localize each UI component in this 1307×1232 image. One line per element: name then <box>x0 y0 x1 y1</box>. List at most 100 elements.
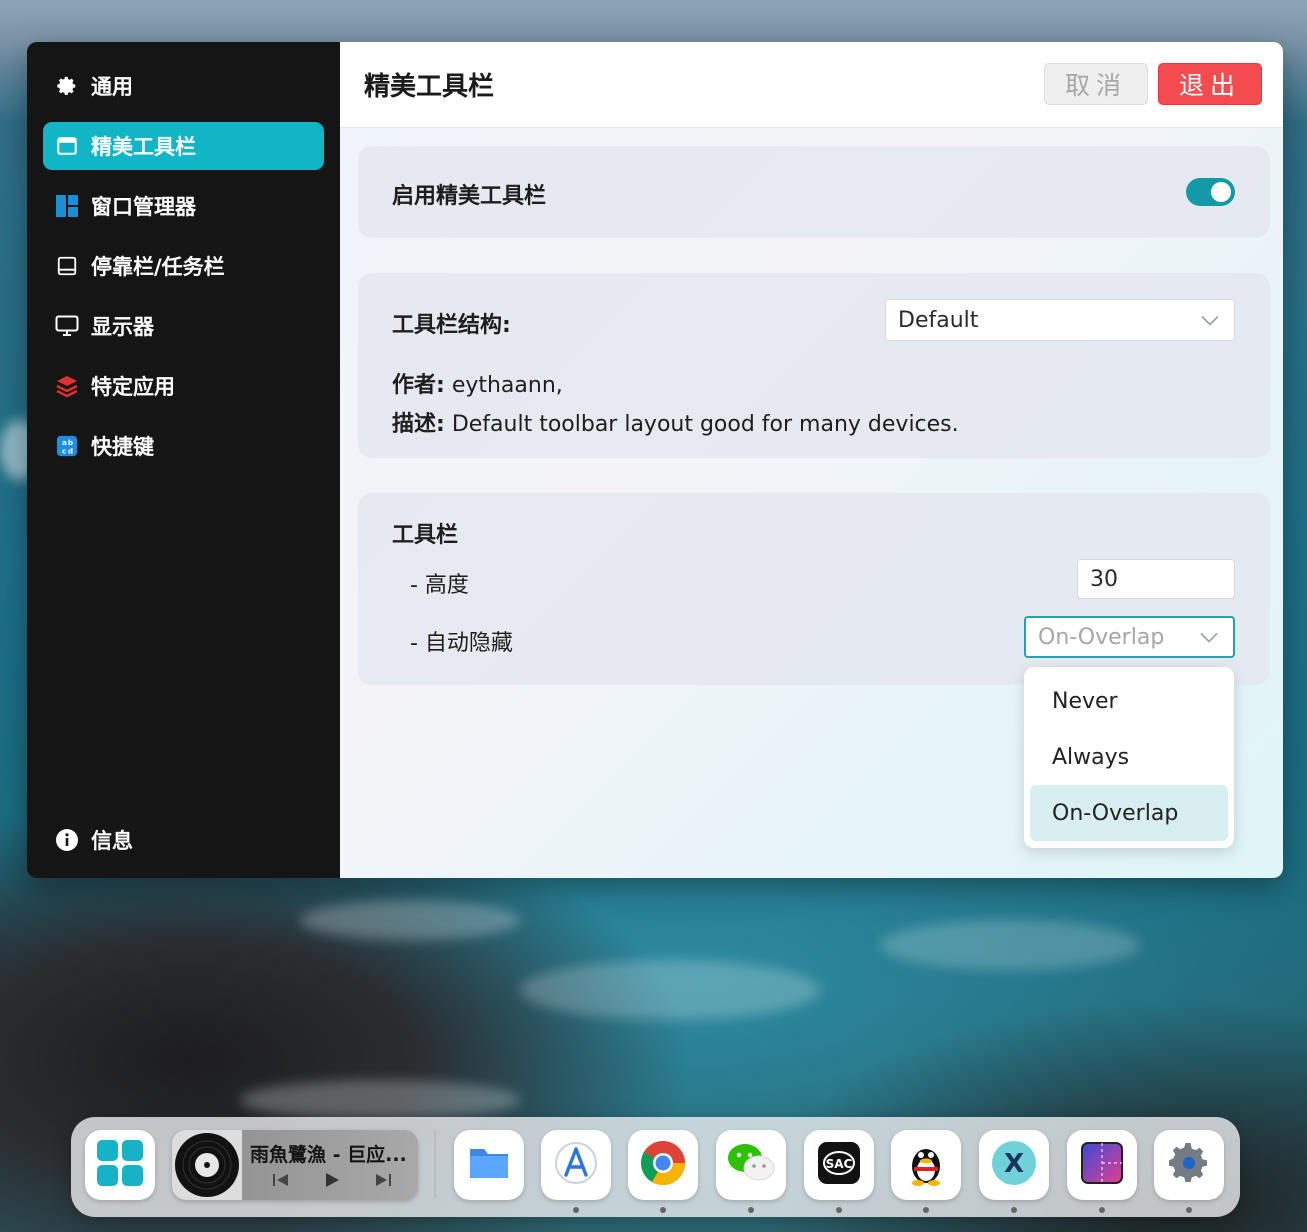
wave-foam <box>240 1080 520 1120</box>
info-icon <box>55 828 79 852</box>
toggle-knob <box>1211 182 1231 202</box>
author-line: 作者: eythaann, <box>392 367 563 399</box>
dock-app-x[interactable]: X <box>979 1130 1049 1200</box>
wechat-icon <box>726 1141 776 1189</box>
sidebar-item-label: 通用 <box>91 75 133 99</box>
sidebar-item-dock-taskbar[interactable]: 停靠栏/任务栏 <box>43 242 324 290</box>
dock-app-start[interactable] <box>85 1130 155 1200</box>
autohide-label: - 自动隐藏 <box>410 631 513 656</box>
sidebar-item-window-manager[interactable]: 窗口管理器 <box>43 182 324 230</box>
sidebar-item-label: 窗口管理器 <box>91 195 196 219</box>
media-title: 雨魚鷺漁 - 巨应... <box>250 1144 407 1166</box>
gear-icon <box>55 74 79 98</box>
dock-app-files[interactable] <box>454 1130 524 1200</box>
folder-icon <box>467 1143 511 1187</box>
sidebar-item-info[interactable]: 信息 <box>43 816 324 864</box>
author-value: eythaann, <box>451 373 563 398</box>
sidebar-item-label: 显示器 <box>91 315 154 339</box>
qq-penguin-icon <box>906 1140 946 1190</box>
dock-app-snipping[interactable] <box>1067 1130 1137 1200</box>
dock-separator <box>434 1131 436 1199</box>
media-player: 雨魚鷺漁 - 巨应... <box>172 1130 418 1200</box>
enable-card: 启用精美工具栏 <box>358 146 1270 238</box>
keyboard-shortcut-icon: abcd <box>55 434 79 458</box>
svg-text:d: d <box>68 446 73 455</box>
autohide-select-value: On-Overlap <box>1038 624 1165 650</box>
running-indicator <box>748 1207 754 1213</box>
wave-foam <box>300 900 520 940</box>
app-store-icon <box>553 1140 599 1190</box>
sidebar-item-general[interactable]: 通用 <box>43 62 324 110</box>
dropdown-option-on-overlap[interactable]: On-Overlap <box>1030 785 1228 841</box>
autohide-select[interactable]: On-Overlap <box>1024 616 1235 658</box>
dock-app-qq[interactable] <box>891 1130 961 1200</box>
content-header: 精美工具栏 取消 退出 <box>340 42 1283 128</box>
wave-foam <box>880 920 1140 970</box>
dock-app-wechat[interactable] <box>716 1130 786 1200</box>
chevron-down-icon <box>1199 625 1219 650</box>
sidebar-item-shortcuts[interactable]: abcd 快捷键 <box>43 422 324 470</box>
chevron-down-icon <box>1200 308 1220 333</box>
running-indicator <box>1186 1207 1192 1213</box>
running-indicator <box>573 1207 579 1213</box>
sac-icon: SAC <box>816 1140 862 1190</box>
toolbar-section-title: 工具栏 <box>392 523 459 548</box>
running-indicator <box>836 1207 842 1213</box>
svg-text:c: c <box>62 446 66 455</box>
toolbar-card: 工具栏 - 高度 30 - 自动隐藏 On-Overlap <box>358 493 1270 685</box>
play-icon[interactable] <box>324 1172 340 1192</box>
previous-track-icon[interactable] <box>272 1172 290 1192</box>
x-app-icon: X <box>990 1139 1038 1191</box>
structure-select[interactable]: Default <box>885 299 1235 341</box>
description-line: 描述: Default toolbar layout good for many… <box>392 406 959 438</box>
description-label: 描述: <box>392 412 445 437</box>
sidebar-item-specific-apps[interactable]: 特定应用 <box>43 362 324 410</box>
monitor-icon <box>55 314 79 338</box>
dropdown-option-never[interactable]: Never <box>1030 673 1228 729</box>
structure-card: 工具栏结构: Default 作者: eythaann, 描述: Default… <box>358 273 1270 458</box>
autohide-dropdown: Never Always On-Overlap <box>1024 667 1234 848</box>
settings-gear-icon <box>1165 1139 1213 1191</box>
svg-text:SAC: SAC <box>826 1157 853 1171</box>
window-icon <box>55 134 79 158</box>
dropdown-option-always[interactable]: Always <box>1030 729 1228 785</box>
description-value: Default toolbar layout good for many dev… <box>451 412 959 437</box>
sidebar-item-label: 精美工具栏 <box>91 135 196 159</box>
dock-app-store[interactable] <box>541 1130 611 1200</box>
app-grid-icon <box>95 1138 145 1192</box>
running-indicator <box>660 1207 666 1213</box>
sidebar-item-monitors[interactable]: 显示器 <box>43 302 324 350</box>
sidebar: 通用 精美工具栏 窗口管理器 停靠栏/任务栏 显示器 特定应用 a b c d … <box>27 42 340 878</box>
running-indicator <box>923 1207 929 1213</box>
page-title: 精美工具栏 <box>364 72 495 102</box>
structure-label: 工具栏结构: <box>392 313 511 338</box>
structure-select-value: Default <box>898 307 979 333</box>
tiles-icon <box>55 194 79 218</box>
sidebar-item-label: 特定应用 <box>91 375 175 399</box>
height-input-value: 30 <box>1090 566 1118 592</box>
taskbar-icon <box>55 254 79 278</box>
cancel-button[interactable]: 取消 <box>1044 63 1148 105</box>
settings-window: 通用 精美工具栏 窗口管理器 停靠栏/任务栏 显示器 特定应用 a b c d … <box>27 42 1283 878</box>
dock-app-settings[interactable] <box>1154 1130 1224 1200</box>
layers-icon <box>55 374 79 398</box>
sidebar-item-label: 快捷键 <box>91 435 154 459</box>
sidebar-item-label: 停靠栏/任务栏 <box>91 255 225 279</box>
dock-app-sac[interactable]: SAC <box>804 1130 874 1200</box>
dock-app-chrome[interactable] <box>628 1130 698 1200</box>
running-indicator <box>1011 1207 1017 1213</box>
height-input[interactable]: 30 <box>1077 559 1235 599</box>
wave-foam <box>520 960 820 1020</box>
chrome-icon <box>639 1139 687 1191</box>
author-label: 作者: <box>392 373 445 398</box>
sidebar-item-fancy-toolbar[interactable]: 精美工具栏 <box>43 122 324 170</box>
main-content: 精美工具栏 取消 退出 启用精美工具栏 工具栏结构: Default 作者: e… <box>340 42 1283 878</box>
sidebar-item-label: 信息 <box>91 829 133 853</box>
next-track-icon[interactable] <box>374 1172 392 1192</box>
enable-label: 启用精美工具栏 <box>392 184 547 209</box>
snipping-tool-icon <box>1079 1140 1125 1190</box>
exit-button[interactable]: 退出 <box>1158 63 1262 105</box>
height-label: - 高度 <box>410 573 469 598</box>
enable-toggle[interactable] <box>1186 178 1235 206</box>
album-art <box>172 1130 242 1200</box>
